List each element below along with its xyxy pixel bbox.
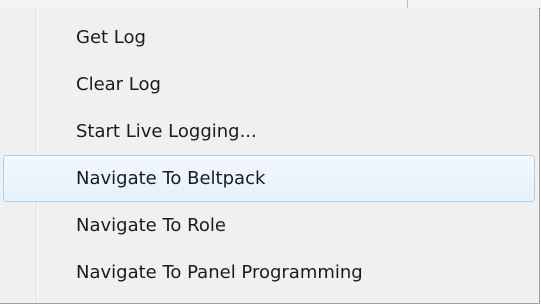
menu-item-label: Navigate To Panel Programming — [76, 262, 363, 283]
menu-item-navigate-to-beltpack[interactable]: Navigate To Beltpack — [3, 155, 535, 202]
menu-item-clear-log[interactable]: Clear Log — [3, 61, 535, 108]
menu-item-label: Navigate To Beltpack — [76, 168, 266, 189]
menu-item-navigate-to-panel-programming[interactable]: Navigate To Panel Programming — [3, 249, 535, 296]
menu-item-label: Start Live Logging... — [76, 121, 257, 142]
menu-item-get-log[interactable]: Get Log — [3, 14, 535, 61]
context-menu: Get Log Clear Log Start Live Logging... … — [0, 8, 540, 304]
menu-item-label: Get Log — [76, 27, 146, 48]
screen: Get Log Clear Log Start Live Logging... … — [0, 0, 541, 306]
column-divider — [407, 0, 408, 8]
menu-item-navigate-to-role[interactable]: Navigate To Role — [3, 202, 535, 249]
menu-item-label: Clear Log — [76, 74, 161, 95]
menu-item-start-live-logging[interactable]: Start Live Logging... — [3, 108, 535, 155]
menu-item-label: Navigate To Role — [76, 215, 226, 236]
